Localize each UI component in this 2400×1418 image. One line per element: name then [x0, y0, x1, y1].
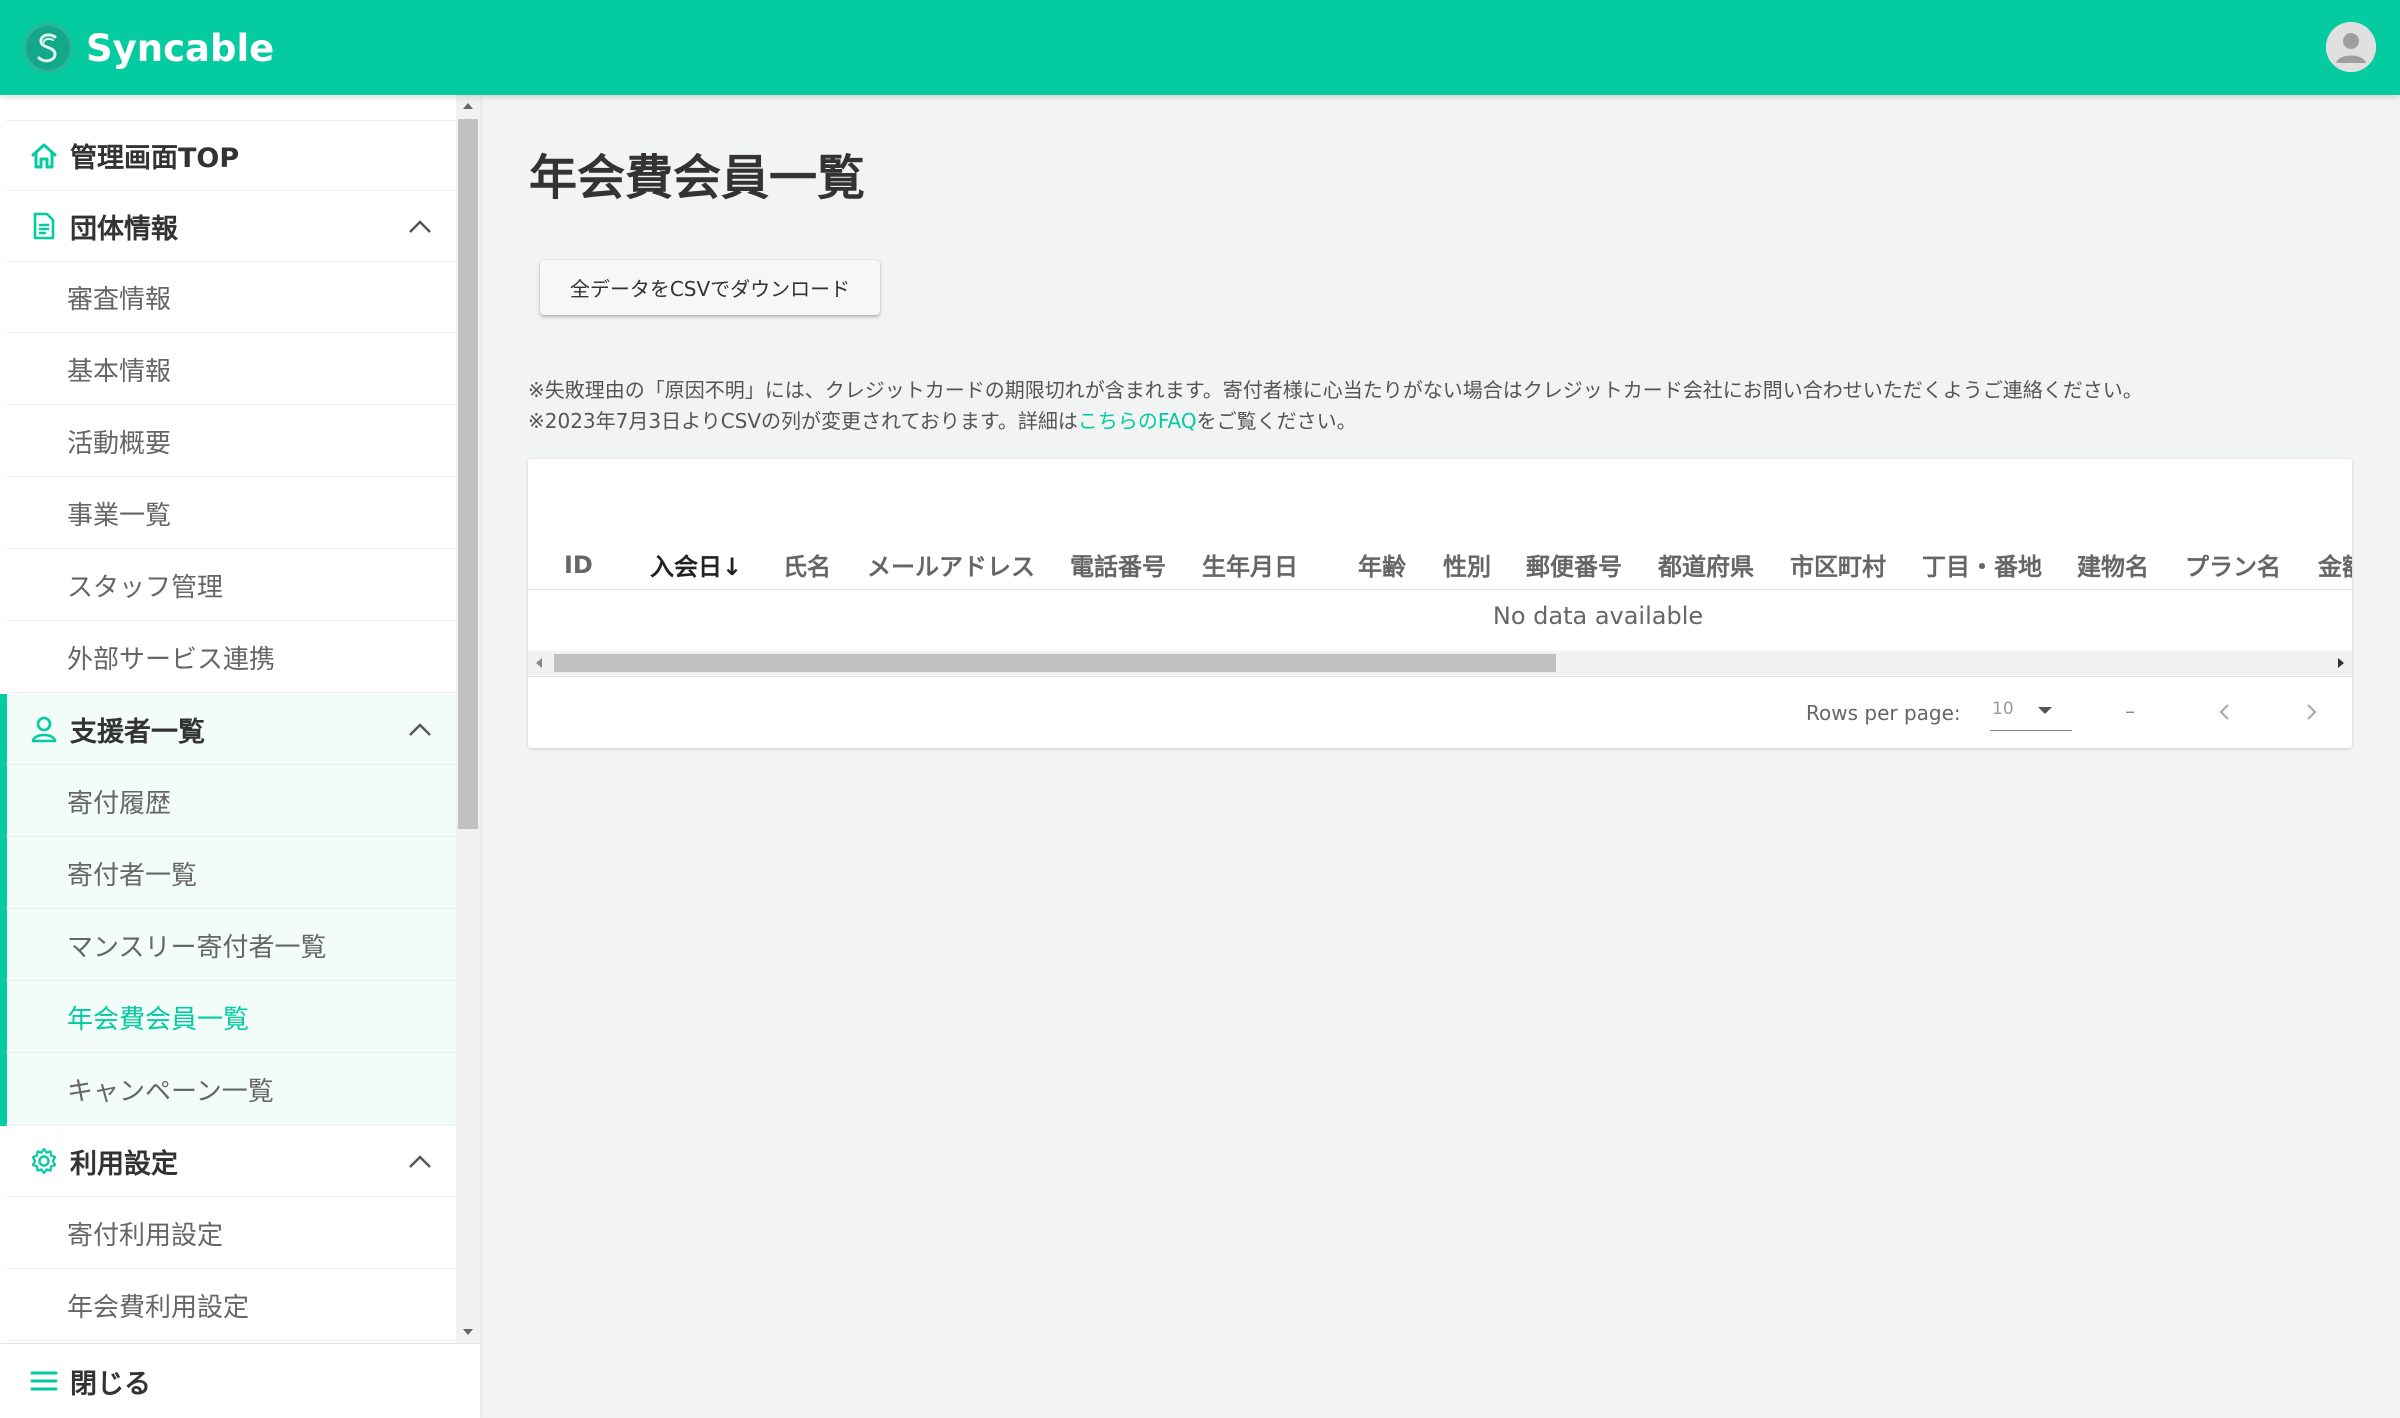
sidebar-item-annual-members[interactable]: 年会費会員一覧: [6, 982, 456, 1053]
sidebar-group-label: 利用設定: [70, 1148, 178, 1180]
table-header: ID 入会日↓ 氏名 メールアドレス 電話番号 生年月日 年齢 性別 郵便番号 …: [528, 539, 2352, 590]
sidebar: 管理画面TOP 団体情報 審査情報 基本情報 活動概要 事業一覧 スタッフ管理 …: [0, 95, 480, 1418]
scrollbar-thumb[interactable]: [458, 119, 478, 829]
sidebar-item-activity-overview[interactable]: 活動概要: [6, 406, 456, 477]
rows-per-page-select[interactable]: 10: [1990, 691, 2072, 731]
sidebar-group-org-info[interactable]: 団体情報: [6, 191, 456, 262]
sidebar-group-label: 支援者一覧: [70, 716, 205, 748]
home-icon: [31, 143, 57, 168]
column-header-building[interactable]: 建物名: [2077, 539, 2149, 590]
sidebar-item-label: 管理画面TOP: [70, 143, 240, 174]
brand-name: Syncable: [86, 26, 275, 70]
sidebar-group-label: 団体情報: [70, 213, 178, 245]
csv-note-prefix: ※2023年7月3日よりCSVの列が変更されております。詳細は: [528, 409, 1078, 433]
faq-link[interactable]: こちらのFAQ: [1078, 409, 1197, 433]
no-data-message: No data available: [1492, 602, 1704, 630]
column-header-city[interactable]: 市区町村: [1790, 539, 1886, 590]
sidebar-group-supporters[interactable]: 支援者一覧: [6, 694, 456, 765]
column-header-phone[interactable]: 電話番号: [1070, 539, 1166, 590]
column-header-address[interactable]: 丁目・番地: [1922, 539, 2042, 590]
column-header-postal-code[interactable]: 郵便番号: [1526, 539, 1622, 590]
horizontal-scrollbar-thumb[interactable]: [554, 654, 1556, 672]
pagination-range: –: [2125, 699, 2135, 723]
failure-reason-note: ※失敗理由の「原因不明」には、クレジットカードの期限切れが含まれます。寄付者様に…: [528, 378, 2143, 402]
next-page-icon[interactable]: [2296, 697, 2326, 727]
document-icon: [33, 212, 55, 240]
previous-page-icon[interactable]: [2210, 697, 2240, 727]
sidebar-item-annual-fee-settings[interactable]: 年会費利用設定: [6, 1270, 456, 1341]
sidebar-close-button[interactable]: 閉じる: [0, 1343, 480, 1418]
sidebar-item-projects[interactable]: 事業一覧: [6, 478, 456, 549]
rows-per-page-label: Rows per page:: [1806, 701, 1961, 725]
menu-icon: [30, 1371, 58, 1391]
csv-download-button[interactable]: 全データをCSVでダウンロード: [540, 260, 880, 315]
sidebar-item-basic-info[interactable]: 基本情報: [6, 334, 456, 405]
dropdown-caret-icon: [2038, 707, 2052, 714]
column-header-prefecture[interactable]: 都道府県: [1658, 539, 1754, 590]
table-footer: Rows per page: 10 –: [528, 676, 2352, 748]
rows-per-page-value: 10: [1992, 699, 2014, 719]
column-header-gender[interactable]: 性別: [1443, 539, 1491, 590]
page-title: 年会費会員一覧: [529, 150, 866, 206]
sidebar-nav: 管理画面TOP 団体情報 審査情報 基本情報 活動概要 事業一覧 スタッフ管理 …: [0, 95, 480, 1343]
sidebar-item-donation-settings[interactable]: 寄付利用設定: [6, 1198, 456, 1269]
scroll-right-arrow-icon[interactable]: [2338, 658, 2344, 668]
chevron-up-icon[interactable]: [406, 1148, 434, 1176]
sidebar-group-usage-settings[interactable]: 利用設定: [6, 1126, 456, 1197]
column-header-plan[interactable]: プラン名: [2185, 539, 2281, 590]
close-label: 閉じる: [70, 1368, 151, 1400]
syncable-logo-icon: [23, 23, 73, 73]
members-table-card: ID 入会日↓ 氏名 メールアドレス 電話番号 生年月日 年齢 性別 郵便番号 …: [528, 459, 2352, 748]
sidebar-item-external-services[interactable]: 外部サービス連携: [6, 622, 456, 693]
scroll-up-arrow-icon[interactable]: [463, 103, 473, 109]
column-header-id[interactable]: ID: [564, 539, 593, 590]
app-header: Syncable: [0, 0, 2400, 95]
user-avatar[interactable]: [2326, 22, 2376, 72]
chevron-up-icon[interactable]: [406, 716, 434, 744]
sidebar-item-review-info[interactable]: 審査情報: [6, 262, 456, 333]
sidebar-scrollbar[interactable]: [456, 95, 480, 1343]
sidebar-item-monthly-donors[interactable]: マンスリー寄付者一覧: [6, 910, 456, 981]
column-header-join-date[interactable]: 入会日↓: [650, 539, 742, 590]
csv-change-note: ※2023年7月3日よりCSVの列が変更されております。詳細はこちらのFAQをご…: [528, 405, 1357, 434]
csv-note-suffix: をご覧ください。: [1196, 409, 1357, 433]
sidebar-item-campaigns[interactable]: キャンペーン一覧: [6, 1054, 456, 1125]
sidebar-item-admin-top[interactable]: 管理画面TOP: [6, 120, 456, 191]
column-header-name[interactable]: 氏名: [783, 539, 831, 590]
sidebar-item-staff[interactable]: スタッフ管理: [6, 550, 456, 621]
gear-icon: [31, 1147, 57, 1175]
column-header-email[interactable]: メールアドレス: [867, 539, 1035, 590]
column-header-birthdate[interactable]: 生年月日: [1202, 539, 1298, 590]
brand-logo[interactable]: Syncable: [22, 22, 274, 74]
column-header-age[interactable]: 年齢: [1358, 539, 1406, 590]
sidebar-item-donors[interactable]: 寄付者一覧: [6, 838, 456, 909]
scroll-down-arrow-icon[interactable]: [463, 1329, 473, 1335]
user-avatar-icon: [2326, 22, 2376, 72]
sidebar-item-donation-history[interactable]: 寄付履歴: [6, 766, 456, 837]
table-horizontal-scrollbar[interactable]: [528, 651, 2352, 675]
scroll-left-arrow-icon[interactable]: [536, 658, 542, 668]
chevron-up-icon[interactable]: [406, 213, 434, 241]
person-icon: [31, 716, 57, 743]
column-header-amount[interactable]: 金額: [2318, 539, 2352, 590]
